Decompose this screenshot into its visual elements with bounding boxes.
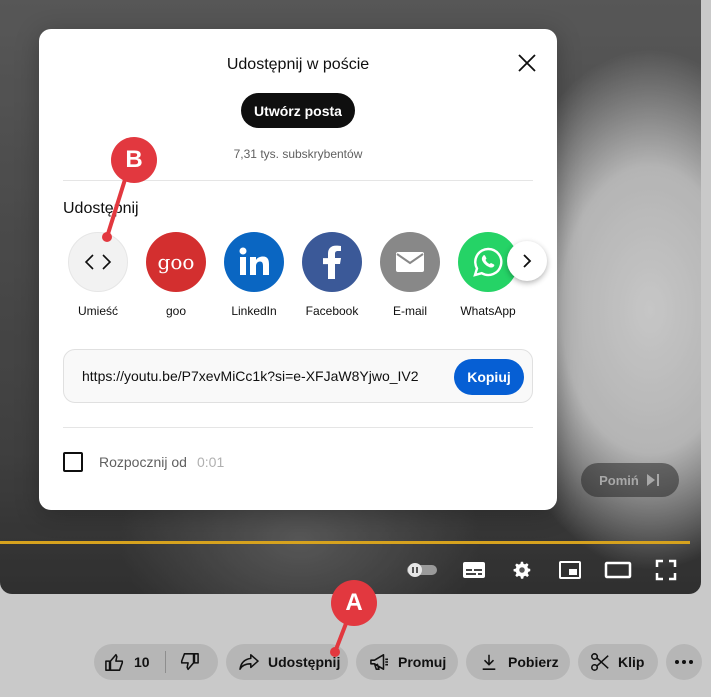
- clip-button[interactable]: Klip: [578, 644, 658, 680]
- skip-next-icon: [646, 474, 659, 486]
- share-url-box: https://youtu.be/P7xevMiCc1k?si=e-XFJaW8…: [63, 349, 533, 403]
- share-dialog: Udostępnij w poście Utwórz posta 7,31 ty…: [39, 29, 557, 510]
- share-arrow-icon: [239, 654, 259, 670]
- share-button-label: Udostępnij: [268, 654, 341, 670]
- share-target-email[interactable]: E-mail: [375, 232, 445, 318]
- fullscreen-icon: [655, 559, 677, 581]
- skip-ad-button[interactable]: Pomiń: [581, 463, 679, 497]
- dialog-title: Udostępnij w poście: [226, 56, 370, 73]
- like-divider: [165, 651, 166, 673]
- close-icon: [518, 54, 536, 72]
- close-button[interactable]: [515, 51, 539, 75]
- share-url[interactable]: https://youtu.be/P7xevMiCc1k?si=e-XFJaW8…: [82, 368, 419, 384]
- scissors-icon: [591, 653, 609, 671]
- subtitles-icon: [463, 562, 485, 578]
- share-button[interactable]: Udostępnij: [226, 644, 348, 680]
- skip-label: Pomiń: [599, 472, 639, 488]
- share-target-label: Facebook: [305, 304, 359, 318]
- clip-button-label: Klip: [618, 654, 645, 670]
- facebook-icon: [302, 232, 362, 292]
- progress-bar[interactable]: [0, 541, 690, 544]
- miniplayer-icon: [559, 561, 581, 579]
- share-target-linkedin[interactable]: LinkedIn: [219, 232, 289, 318]
- share-section-label: Udostępnij: [63, 200, 139, 217]
- share-targets-next-button[interactable]: [507, 241, 547, 281]
- share-targets: Umieść goo goo LinkedIn Facebook E-mail …: [63, 232, 533, 322]
- like-dislike-group: 10: [94, 644, 218, 680]
- like-button[interactable]: [104, 652, 126, 675]
- linkedin-icon: [224, 232, 284, 292]
- copy-button[interactable]: Kopiuj: [454, 359, 524, 395]
- share-target-label: LinkedIn: [231, 304, 277, 318]
- chevron-right-icon: [523, 254, 532, 268]
- autoplay-toggle[interactable]: [404, 557, 440, 583]
- create-post-button[interactable]: Utwórz posta: [241, 93, 355, 128]
- goo-icon: goo: [146, 232, 206, 292]
- like-count: 10: [134, 654, 150, 670]
- promote-button-label: Promuj: [398, 654, 447, 670]
- thumbs-up-icon: [105, 653, 124, 671]
- share-target-label: WhatsApp: [460, 304, 516, 318]
- dislike-button[interactable]: [178, 652, 200, 675]
- more-actions-button[interactable]: [666, 644, 702, 680]
- goo-icon-text: goo: [157, 250, 195, 274]
- download-button-label: Pobierz: [508, 654, 559, 670]
- share-target-label: E-mail: [392, 304, 427, 318]
- fullscreen-button[interactable]: [652, 557, 680, 583]
- miniplayer-button[interactable]: [556, 557, 584, 583]
- megaphone-icon: [370, 654, 388, 670]
- share-target-label: Umieść: [77, 304, 118, 318]
- share-target-label: goo: [165, 304, 187, 318]
- annotation-marker-b: B: [111, 137, 157, 183]
- thumbs-down-icon: [180, 653, 199, 671]
- start-at-time[interactable]: 0:01: [197, 454, 224, 470]
- start-at-checkbox[interactable]: [63, 452, 83, 472]
- share-target-embed[interactable]: Umieść: [63, 232, 133, 318]
- promote-button[interactable]: Promuj: [356, 644, 458, 680]
- download-icon: [482, 654, 496, 670]
- dialog-divider: [63, 427, 533, 428]
- download-button[interactable]: Pobierz: [466, 644, 570, 680]
- start-at-label: Rozpocznij od: [99, 454, 187, 470]
- embed-icon: [68, 232, 128, 292]
- settings-button[interactable]: [508, 557, 536, 583]
- share-target-goo[interactable]: goo goo: [141, 232, 211, 318]
- theater-mode-button[interactable]: [602, 557, 634, 583]
- email-icon: [380, 232, 440, 292]
- player-controls: [0, 557, 701, 583]
- gear-icon: [513, 561, 531, 579]
- video-action-bar: 10 Udostępnij Promuj Pobierz Klip: [0, 644, 711, 682]
- annotation-marker-a: A: [331, 580, 377, 626]
- subtitles-button[interactable]: [460, 557, 488, 583]
- autoplay-toggle-icon: [407, 563, 437, 577]
- more-horizontal-icon: [675, 660, 693, 664]
- theater-icon: [604, 561, 632, 579]
- share-target-facebook[interactable]: Facebook: [297, 232, 367, 318]
